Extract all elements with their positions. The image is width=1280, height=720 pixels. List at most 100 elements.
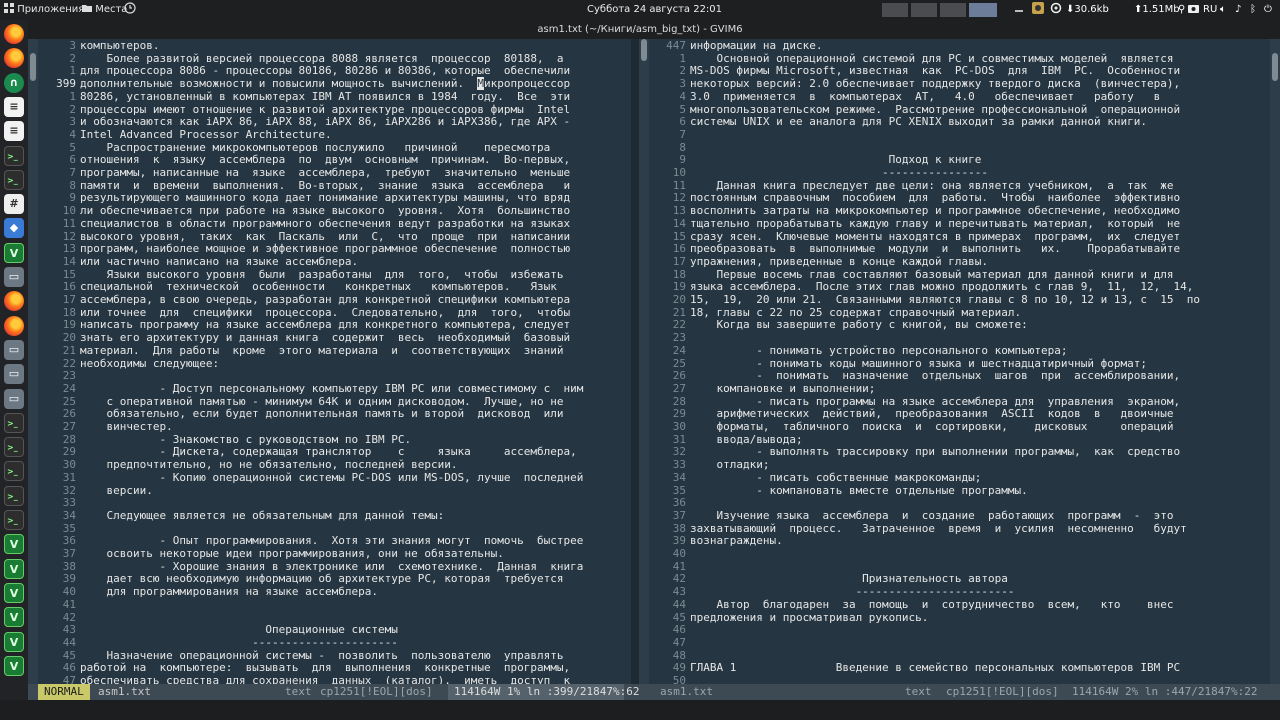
text-line[interactable]: 46 <box>648 623 1218 637</box>
clock[interactable]: Суббота 24 августа 22:01 <box>587 0 722 20</box>
text-line[interactable]: 40 <box>648 547 1218 561</box>
text-line[interactable]: 22 Когда вы завершите работу с книгой, в… <box>648 319 1218 332</box>
vim-icon[interactable]: V <box>4 558 24 579</box>
settings-icon[interactable] <box>1050 0 1062 20</box>
text-line[interactable]: 43 Операционные системы <box>38 623 616 637</box>
sliders-icon[interactable]: ⚲ <box>1178 0 1185 20</box>
terminal-icon[interactable]: >_ <box>4 145 24 166</box>
vim-icon[interactable]: V <box>4 534 24 555</box>
workspace-2[interactable] <box>911 3 937 17</box>
firefox-icon[interactable] <box>4 24 24 44</box>
text-line[interactable]: 447 информации на диске. <box>648 39 1218 53</box>
text-line[interactable]: 41 <box>38 598 616 612</box>
store-icon[interactable]: ◆ <box>4 218 24 239</box>
text-line[interactable]: 23 <box>648 331 1218 345</box>
text-line[interactable]: 47 обеспечивать средства для сохранения д… <box>38 674 616 684</box>
right-scrollbar-thumb[interactable] <box>1272 53 1278 81</box>
text-line[interactable]: 39 вознаграждены. <box>648 535 1218 548</box>
document-icon[interactable]: ≡ <box>4 121 24 142</box>
green-app-icon[interactable]: ∩ <box>4 72 24 93</box>
text-line[interactable]: 43 ------------------------ <box>648 585 1218 599</box>
keyboard-layout[interactable]: RU <box>1203 0 1217 20</box>
text-line[interactable]: 399 дополнительные возможности и повысили… <box>38 77 616 91</box>
text-line[interactable]: 34 Следующее является не обязательным дл… <box>38 509 616 523</box>
workspace-4-active[interactable] <box>969 3 997 17</box>
terminal-icon[interactable]: >_ <box>4 412 24 433</box>
text-line[interactable]: 17 ассемблера, в свою очередь, разработан… <box>38 293 616 307</box>
text-line[interactable]: 30 предпочтительно, но не обязательно, п… <box>38 458 616 472</box>
terminal-icon[interactable]: >_ <box>4 437 24 458</box>
text-line[interactable]: 10 ---------------- <box>648 166 1218 180</box>
text-line[interactable]: 17 упражнения, приведенные в конце каждой… <box>648 255 1218 269</box>
calculator-icon[interactable]: # <box>4 194 24 215</box>
text-line[interactable]: 3 некоторых версий: 2.0 обеспечивает подд… <box>648 77 1218 91</box>
text-line[interactable]: 37 Изучение языка ассемблера и создание … <box>648 509 1218 523</box>
right-pane-scrollbar[interactable] <box>1270 39 1280 684</box>
workspace-3[interactable] <box>940 3 966 17</box>
terminal-icon[interactable]: >_ <box>4 485 24 506</box>
text-line[interactable]: 14 или частично написано на языке ассембл… <box>38 255 616 269</box>
text-line[interactable]: 6 системы UNIX и ее аналога для PC XENIX … <box>648 115 1218 129</box>
text-line[interactable]: 3 компьютеров. <box>38 39 616 53</box>
text-line[interactable]: 1 80286, установленный в компьютерах IBM … <box>38 90 616 104</box>
workspace-1[interactable] <box>882 3 908 17</box>
text-line[interactable]: 44 ---------------------- <box>38 636 616 650</box>
bluetooth-icon[interactable]: ᛒ <box>1250 0 1256 20</box>
text-line[interactable]: 27 винчестер. <box>38 420 616 434</box>
drive-icon[interactable]: ▭ <box>4 364 24 385</box>
text-line[interactable]: 36 <box>648 496 1218 510</box>
firefox-icon[interactable] <box>4 291 24 312</box>
text-line[interactable]: 35 - компановать вместе отдельные програ… <box>648 484 1218 498</box>
text-line[interactable]: 20 знать его архитектуру и данная книга с… <box>38 331 616 345</box>
window-titlebar[interactable]: asm1.txt (~/Книги/asm_big_txt) - GVIM6 <box>0 20 1280 39</box>
text-line[interactable]: 33 отладки; <box>648 458 1218 472</box>
text-line[interactable]: 27 компановке и выполнении; <box>648 382 1218 396</box>
clock-toggle-icon[interactable] <box>124 0 136 20</box>
text-line[interactable]: 13 восполнить затраты на микрокомпьютер и… <box>648 204 1218 218</box>
drive-icon[interactable]: ▭ <box>4 339 24 360</box>
text-line[interactable]: 34 - писать собственные макрокоманды; <box>648 471 1218 485</box>
text-line[interactable]: 26 - понимать назначение отдельных шагов… <box>648 369 1218 383</box>
text-line[interactable]: 47 <box>648 636 1218 650</box>
screen-icon[interactable] <box>1014 0 1024 20</box>
left-split-window[interactable]: 3 компьютеров. 2 Более развитой версией пр… <box>38 39 616 684</box>
vertical-split-separator[interactable] <box>631 39 639 684</box>
screenshot-camera-icon[interactable] <box>1188 0 1199 20</box>
document-icon[interactable]: ≡ <box>4 96 24 117</box>
vim-icon[interactable]: V <box>4 655 24 676</box>
text-line[interactable]: 10 ли обеспечивается при работе на языке … <box>38 204 616 218</box>
text-line[interactable]: 44 Автор благодарен за помощь и сотрудни… <box>648 598 1218 612</box>
text-line[interactable]: 23 <box>38 369 616 383</box>
vim-icon[interactable]: V <box>4 582 24 603</box>
text-line[interactable]: 45 предложения и просматривал рукопись. <box>648 611 1218 625</box>
places-menu[interactable]: Места <box>82 0 127 20</box>
text-line[interactable]: 40 для программирования на языке ассембл… <box>38 585 616 599</box>
text-line[interactable]: 30 форматы, табличного поиска и сортиров… <box>648 420 1218 434</box>
text-line[interactable]: 37 освоить некоторые идеи программирован… <box>38 547 616 561</box>
firefox-icon[interactable] <box>4 48 24 69</box>
text-line[interactable]: 24 - Доступ персональному компьютеру IBM… <box>38 382 616 396</box>
terminal-icon[interactable]: >_ <box>4 510 24 530</box>
text-line[interactable]: 7 <box>648 128 1218 142</box>
vim-icon[interactable]: V <box>4 607 24 628</box>
drive-icon[interactable]: ▭ <box>4 388 24 409</box>
applications-menu[interactable]: Приложения <box>4 0 84 20</box>
terminal-icon[interactable]: >_ <box>4 461 24 482</box>
music-icon[interactable]: ♪ <box>1235 0 1241 20</box>
text-line[interactable]: 3 и обозначаются как iAPX 86, iAPX 88, iA… <box>38 115 616 129</box>
right-split-window[interactable]: 447 информации на диске. 1 Основной операц… <box>648 39 1218 684</box>
firefox-icon[interactable] <box>4 315 24 336</box>
power-icon[interactable]: ⏻ <box>1264 0 1272 20</box>
text-line[interactable]: 4 Intel Advanced Processor Architecture. <box>38 128 616 142</box>
middle-scrollbar-thumb[interactable] <box>641 39 647 61</box>
text-line[interactable]: 50 ______________________________________… <box>648 674 1218 684</box>
left-scrollbar-thumb[interactable] <box>30 53 36 81</box>
drive-icon[interactable]: ▭ <box>4 267 24 287</box>
text-line[interactable]: 31 - Копию операционной системы PC-DOS и… <box>38 471 616 485</box>
text-line[interactable]: 7 программы, написанные на языке ассембле… <box>38 166 616 180</box>
text-line[interactable]: 32 версии. <box>38 484 616 498</box>
text-line[interactable]: 24 - понимать устройство персонального к… <box>648 344 1218 358</box>
vim-icon[interactable]: V <box>4 242 24 263</box>
terminal-icon[interactable]: >_ <box>4 169 24 190</box>
text-line[interactable]: 16 преобразовать в выполнимые модули и вы… <box>648 242 1218 256</box>
